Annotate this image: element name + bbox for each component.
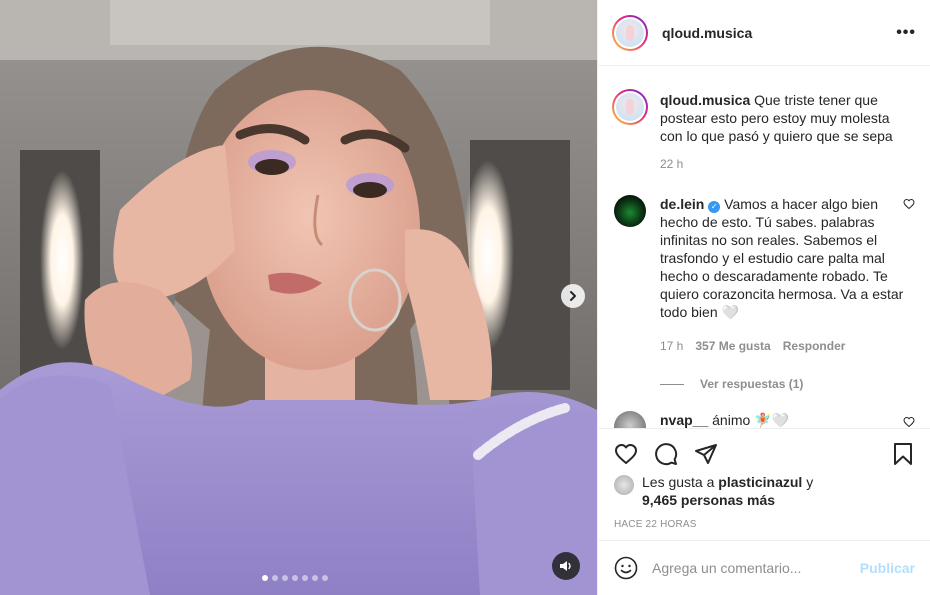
comment-body: de.lein ✓ Vamos a hacer algo bien hecho … bbox=[660, 195, 904, 355]
comment-button[interactable] bbox=[654, 442, 678, 466]
carousel-dot bbox=[292, 575, 298, 581]
comment-time[interactable]: 17 h bbox=[660, 337, 683, 355]
reply-button[interactable]: Responder bbox=[783, 337, 846, 355]
post-sidebar: qloud.musica ••• qloud.musica Que triste… bbox=[597, 0, 930, 595]
caption-meta: 22 h bbox=[660, 155, 906, 173]
carousel-dot bbox=[312, 575, 318, 581]
comment-item: de.lein ✓ Vamos a hacer algo bien hecho … bbox=[614, 195, 915, 355]
comment-avatar[interactable] bbox=[614, 411, 646, 428]
post-actions: Les gusta a plasticinazul y 9,465 person… bbox=[598, 428, 930, 530]
next-media-button[interactable] bbox=[561, 284, 585, 308]
post-header: qloud.musica ••• bbox=[598, 0, 930, 66]
comment-like-icon[interactable] bbox=[903, 415, 915, 428]
avatar bbox=[616, 18, 644, 47]
caption: qloud.musica Que triste tener que postea… bbox=[612, 89, 915, 173]
comment-text: ánimo 🧚🏼🤍 bbox=[712, 412, 790, 428]
comment-username[interactable]: de.lein bbox=[660, 196, 704, 212]
speaker-icon bbox=[560, 561, 571, 571]
caption-story-ring[interactable] bbox=[612, 89, 648, 125]
like-button[interactable] bbox=[614, 442, 638, 466]
liker-avatar[interactable] bbox=[614, 475, 634, 495]
heart-icon bbox=[903, 416, 915, 428]
share-button[interactable] bbox=[694, 442, 718, 466]
likes-summary: Les gusta a plasticinazul y 9,465 person… bbox=[614, 473, 915, 509]
comment-input[interactable] bbox=[652, 560, 860, 576]
comment-avatar[interactable] bbox=[614, 195, 646, 227]
story-ring[interactable] bbox=[612, 14, 648, 51]
header-username[interactable]: qloud.musica bbox=[662, 25, 896, 41]
post-timestamp[interactable]: HACE 22 HORAS bbox=[614, 519, 915, 530]
likes-connector: y bbox=[806, 474, 814, 490]
caption-body: qloud.musica Que triste tener que postea… bbox=[660, 91, 906, 173]
likes-count[interactable]: 9,465 personas más bbox=[642, 492, 775, 508]
emoji-button[interactable] bbox=[614, 556, 638, 580]
avatar-frame bbox=[614, 91, 646, 123]
avatar-frame bbox=[614, 16, 646, 49]
liker-username[interactable]: plasticinazul bbox=[718, 474, 802, 490]
post-media[interactable] bbox=[0, 0, 597, 595]
view-replies-button[interactable]: Ver respuestas (1) bbox=[660, 377, 915, 391]
carousel-dot bbox=[282, 575, 288, 581]
caption-username[interactable]: qloud.musica bbox=[660, 92, 750, 108]
comment-bubble-icon bbox=[655, 443, 678, 466]
carousel-dot bbox=[302, 575, 308, 581]
caption-avatar bbox=[616, 93, 644, 121]
replies-divider bbox=[660, 383, 684, 385]
more-horizontal-icon[interactable]: ••• bbox=[896, 24, 916, 42]
action-bar bbox=[614, 429, 915, 479]
post-dialog: qloud.musica ••• qloud.musica Que triste… bbox=[0, 0, 930, 595]
carousel-dot bbox=[322, 575, 328, 581]
save-button[interactable] bbox=[891, 442, 915, 466]
emoji-icon bbox=[614, 556, 638, 580]
view-replies-label: Ver respuestas (1) bbox=[700, 377, 804, 391]
comments-list[interactable]: qloud.musica Que triste tener que postea… bbox=[598, 67, 930, 428]
likes-prefix: Les gusta a bbox=[642, 474, 715, 490]
publish-button[interactable]: Publicar bbox=[860, 560, 915, 576]
heart-icon bbox=[903, 198, 915, 210]
comment-body: nvap__ ánimo 🧚🏼🤍 bbox=[660, 411, 904, 428]
add-comment-bar: Publicar bbox=[598, 540, 930, 595]
audio-toggle-button[interactable] bbox=[552, 552, 580, 580]
comment-meta: 17 h 357 Me gusta Responder bbox=[660, 337, 904, 355]
bookmark-icon bbox=[894, 443, 912, 465]
comment-like-icon[interactable] bbox=[903, 197, 915, 213]
carousel-dot bbox=[272, 575, 278, 581]
comment-item: nvap__ ánimo 🧚🏼🤍 bbox=[614, 411, 915, 428]
heart-icon bbox=[615, 444, 637, 464]
likes-text: Les gusta a plasticinazul y 9,465 person… bbox=[642, 473, 813, 509]
chevron-right-icon bbox=[570, 291, 576, 301]
carousel-indicator bbox=[262, 575, 328, 581]
video-frame bbox=[0, 0, 597, 595]
caption-time[interactable]: 22 h bbox=[660, 155, 683, 173]
send-icon bbox=[695, 444, 717, 464]
verified-badge-icon: ✓ bbox=[708, 201, 721, 213]
comment-likes[interactable]: 357 Me gusta bbox=[695, 337, 770, 355]
carousel-dot bbox=[262, 575, 268, 581]
comment-username[interactable]: nvap__ bbox=[660, 412, 708, 428]
comment-text: Vamos a hacer algo bien hecho de esto. T… bbox=[660, 196, 904, 320]
